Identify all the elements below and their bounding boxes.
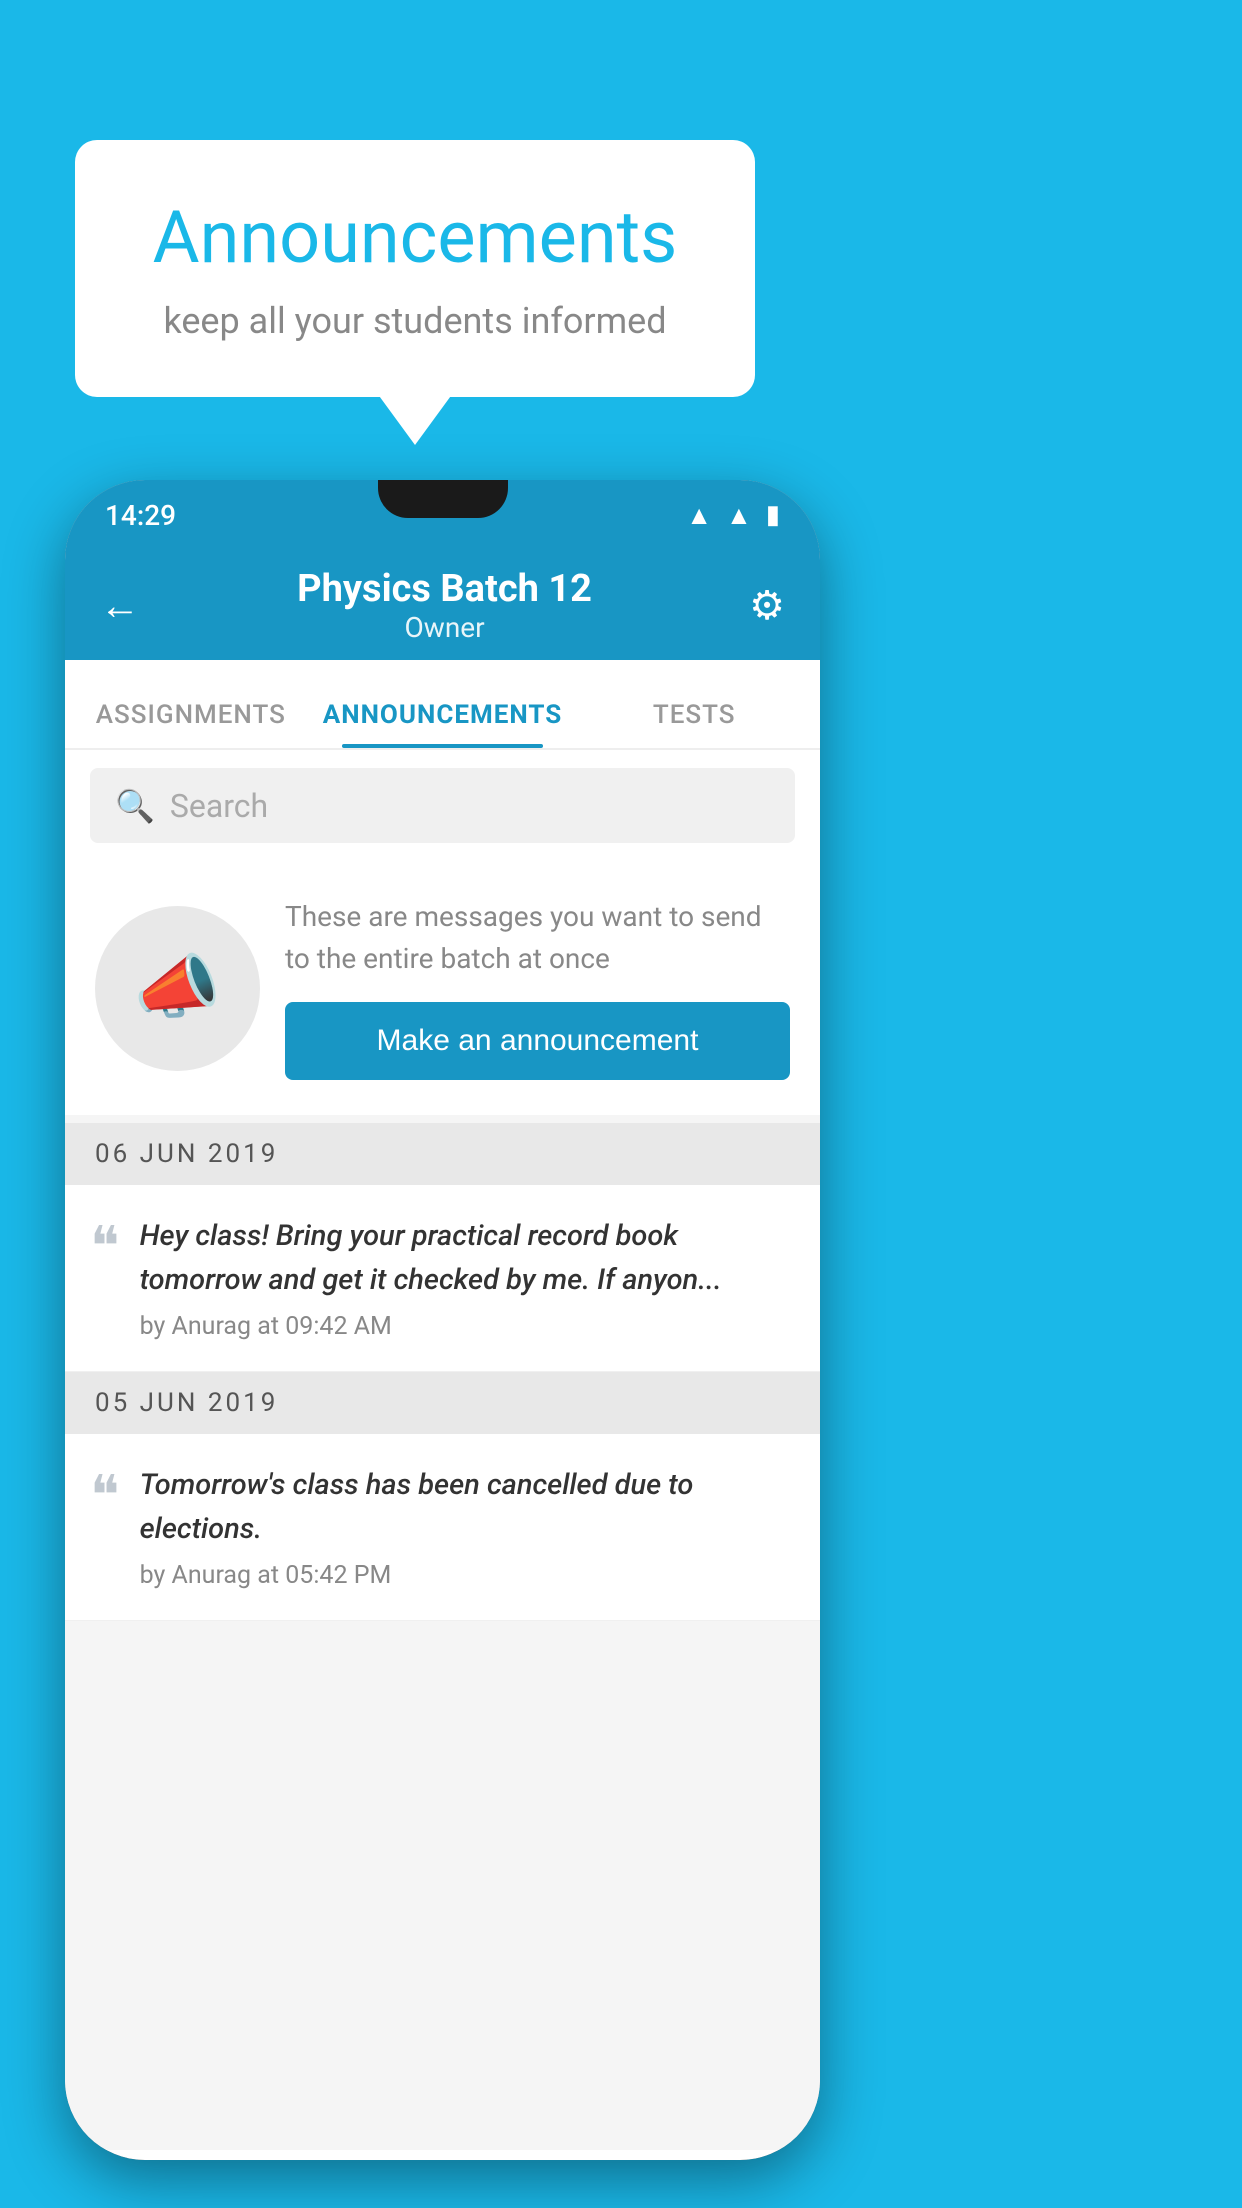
make-announcement-button[interactable]: Make an announcement bbox=[285, 1002, 790, 1080]
quote-icon-2: ❝ bbox=[90, 1469, 120, 1524]
phone-notch bbox=[378, 480, 508, 518]
speech-bubble-subtitle: keep all your students informed bbox=[135, 300, 695, 342]
announcement-content-1: Hey class! Bring your practical record b… bbox=[140, 1215, 795, 1341]
app-bar: ← Physics Batch 12 Owner ⚙ bbox=[65, 550, 820, 660]
phone-content: 🔍 Search 📣 These are messages you want t… bbox=[65, 750, 820, 2150]
tab-tests[interactable]: TESTS bbox=[568, 700, 820, 748]
promo-description: These are messages you want to send to t… bbox=[285, 896, 790, 980]
app-bar-title: Physics Batch 12 bbox=[297, 567, 592, 611]
date-header-2: 05 JUN 2019 bbox=[65, 1372, 820, 1434]
speech-bubble: Announcements keep all your students inf… bbox=[75, 140, 755, 397]
date-header-1: 06 JUN 2019 bbox=[65, 1123, 820, 1185]
promo-right: These are messages you want to send to t… bbox=[285, 896, 790, 1080]
status-time: 14:29 bbox=[105, 499, 176, 532]
announcement-item-1[interactable]: ❝ Hey class! Bring your practical record… bbox=[65, 1185, 820, 1372]
phone-frame: 14:29 ▲ ▲ ▮ ← Physics Batch 12 Owner ⚙ A… bbox=[65, 480, 820, 2160]
status-icons: ▲ ▲ ▮ bbox=[686, 500, 780, 531]
app-bar-title-area: Physics Batch 12 Owner bbox=[297, 567, 592, 644]
promo-card: 📣 These are messages you want to send to… bbox=[65, 861, 820, 1115]
signal-icon: ▲ bbox=[726, 500, 752, 531]
announcement-text-2: Tomorrow's class has been cancelled due … bbox=[140, 1464, 795, 1551]
quote-icon-1: ❝ bbox=[90, 1220, 120, 1275]
status-bar: 14:29 ▲ ▲ ▮ bbox=[65, 480, 820, 550]
search-bar-container: 🔍 Search bbox=[65, 750, 820, 861]
battery-icon: ▮ bbox=[766, 500, 780, 530]
announcement-meta-2: by Anurag at 05:42 PM bbox=[140, 1561, 795, 1590]
tab-assignments[interactable]: ASSIGNMENTS bbox=[65, 700, 317, 748]
speech-bubble-title: Announcements bbox=[135, 195, 695, 280]
announcement-meta-1: by Anurag at 09:42 AM bbox=[140, 1312, 795, 1341]
settings-icon[interactable]: ⚙ bbox=[749, 582, 785, 629]
announcement-content-2: Tomorrow's class has been cancelled due … bbox=[140, 1464, 795, 1590]
back-button[interactable]: ← bbox=[100, 582, 140, 629]
announcement-item-2[interactable]: ❝ Tomorrow's class has been cancelled du… bbox=[65, 1434, 820, 1621]
announcement-text-1: Hey class! Bring your practical record b… bbox=[140, 1215, 795, 1302]
promo-icon-circle: 📣 bbox=[95, 906, 260, 1071]
megaphone-icon: 📣 bbox=[134, 947, 221, 1029]
search-bar[interactable]: 🔍 Search bbox=[90, 768, 795, 843]
tab-announcements[interactable]: ANNOUNCEMENTS bbox=[317, 700, 569, 748]
tabs-bar: ASSIGNMENTS ANNOUNCEMENTS TESTS bbox=[65, 660, 820, 750]
app-bar-subtitle: Owner bbox=[297, 611, 592, 644]
wifi-icon: ▲ bbox=[686, 500, 712, 531]
search-icon: 🔍 bbox=[115, 787, 155, 825]
search-placeholder: Search bbox=[170, 787, 268, 825]
